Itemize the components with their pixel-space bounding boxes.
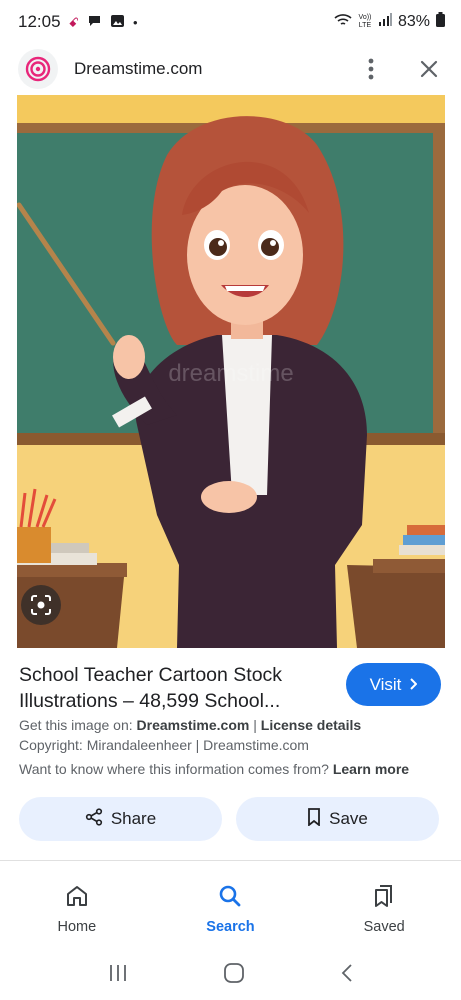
battery-icon [436,12,445,32]
status-right: Vo)) LTE 83% [334,12,445,32]
signal-bars-icon [378,13,392,31]
chevron-right-icon [409,675,418,695]
dreamstime-swirl-icon [18,49,58,89]
system-nav-bar [0,950,461,1000]
divider [0,860,461,861]
more-notifications-dot-icon: • [132,14,138,30]
source-line: Get this image on: Dreamstime.com | Lice… [19,717,361,733]
image-watermark: dreamstime [168,360,293,387]
info-question: Want to know where this information come… [19,761,329,777]
source-site-link[interactable]: Dreamstime.com [137,717,250,733]
volte-indicator: Vo)) LTE [358,14,372,29]
result-title[interactable]: School Teacher Cartoon Stock Illustratio… [19,662,329,714]
more-vert-icon[interactable] [357,55,385,83]
save-button[interactable]: Save [236,797,439,841]
learn-more-link[interactable]: Learn more [333,761,409,777]
notification-app-icon: ꗃ [68,14,79,30]
site-name[interactable]: Dreamstime.com [74,59,202,79]
visit-label: Visit [369,674,402,694]
visit-button[interactable]: Visit [346,663,441,706]
recent-apps-icon[interactable] [108,964,128,987]
source-prefix: Get this image on: [19,717,133,733]
back-icon[interactable] [341,963,353,988]
bookmarks-icon [372,884,396,913]
gallery-icon [110,14,125,30]
home-icon [65,884,89,913]
battery-percent: 83% [397,13,430,30]
separator: | [253,717,257,733]
header-actions [357,55,443,83]
bottom-nav: Home Search Saved [0,872,461,947]
site-header: Dreamstime.com [0,44,461,94]
nav-search-label: Search [206,919,255,935]
search-icon [218,884,242,913]
share-icon [85,807,103,831]
info-line: Want to know where this information come… [19,761,409,777]
status-time: 12:05 [18,12,61,31]
share-label: Share [110,809,157,828]
copyright-text: Copyright: Mirandaleenheer | Dreamstime.… [19,737,309,753]
result-image[interactable]: dreamstime [17,95,445,648]
wifi-icon [334,13,352,32]
nav-home-label: Home [57,919,97,935]
status-bar: 12:05 ꗃ • Vo)) LTE 83% [0,0,461,44]
save-label: Save [329,809,368,828]
share-button[interactable]: Share [19,797,222,841]
status-left: 12:05 ꗃ • [18,12,138,32]
home-button-icon[interactable] [223,962,245,989]
google-lens-icon[interactable] [21,585,61,625]
bookmark-icon [307,807,321,831]
license-details-link[interactable]: License details [261,717,361,733]
teacher-illustration: dreamstime [17,95,445,648]
nav-saved[interactable]: Saved [334,884,434,935]
chat-bubble-icon [87,14,102,30]
nav-saved-label: Saved [363,919,405,935]
nav-home[interactable]: Home [27,884,127,935]
nav-search[interactable]: Search [180,884,280,935]
close-icon[interactable] [415,55,443,83]
